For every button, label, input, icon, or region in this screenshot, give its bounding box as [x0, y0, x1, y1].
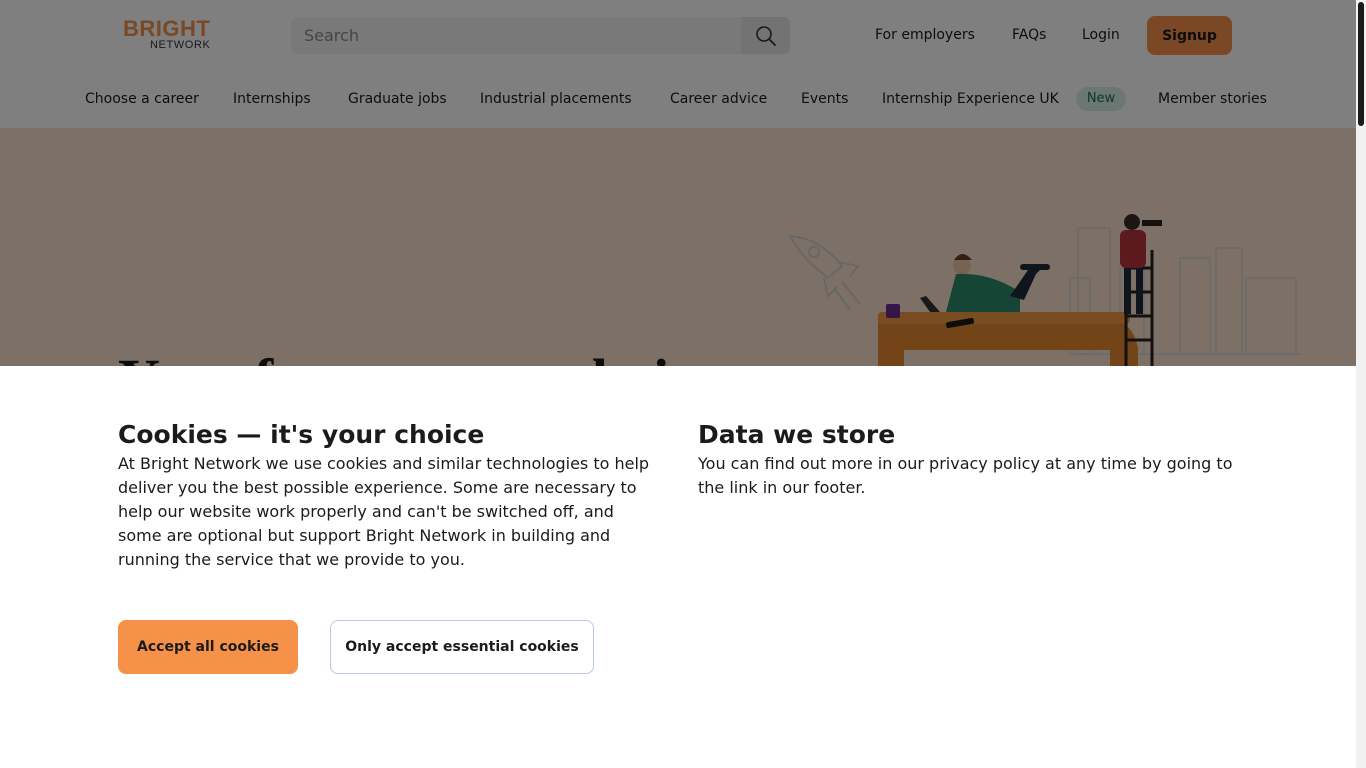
cookie-description: At Bright Network we use cookies and sim… [118, 454, 650, 569]
modal-backdrop[interactable] [0, 0, 1356, 366]
accept-essential-cookies-button[interactable]: Only accept essential cookies [330, 620, 594, 674]
scrollbar-thumb[interactable] [1358, 2, 1364, 126]
page-scrollbar[interactable] [1356, 0, 1366, 768]
cookie-title: Cookies — it's your choice [118, 420, 485, 449]
cookie-banner: Cookies — it's your choice At Bright Net… [0, 366, 1356, 768]
data-we-store-text: You can find out more in our privacy pol… [698, 454, 1233, 497]
data-we-store-title: Data we store [698, 420, 896, 449]
accept-all-cookies-button[interactable]: Accept all cookies [118, 620, 298, 674]
